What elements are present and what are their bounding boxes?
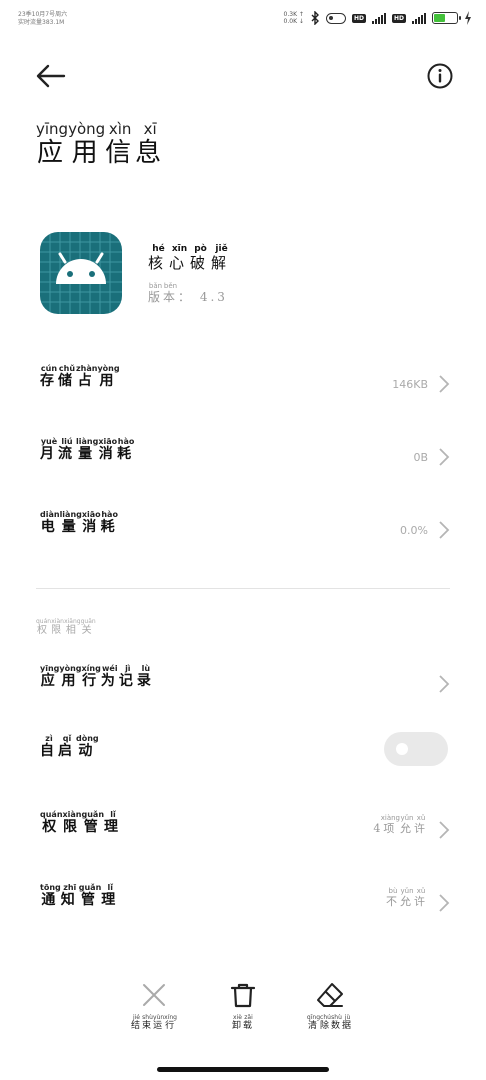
bottom-action-bar: 结jié束shù运yùn行xíng 卸xiè载zǎi 清qīng除chú数shù… (0, 982, 486, 1042)
switch-knob (396, 743, 408, 755)
app-name: 核hé心xīn破pò解jiě (148, 244, 233, 272)
permissions-section-label: 权quán限xiàn相xiāng关guān (36, 618, 96, 636)
permission-management-label: 权quán限xiàn管guǎn理lǐ (40, 810, 122, 835)
force-stop-label: 结jié束shù运yùn行xíng (130, 1014, 177, 1031)
battery-usage-row[interactable]: 电diàn量liàng消xiāo耗hào 0.0% (40, 510, 450, 550)
chevron-right-icon (439, 894, 450, 912)
app-behavior-label: 应yīng用yòng行xíng为wéi记jì录lù (40, 664, 155, 689)
autostart-switch[interactable] (384, 732, 448, 766)
chevron-right-icon (439, 375, 450, 393)
battery-usage-label: 电diàn量liàng消xiāo耗hào (40, 510, 119, 535)
storage-label: 存cún储chǔ占zhàn用yòng (40, 364, 120, 389)
info-button[interactable] (426, 62, 454, 90)
info-icon (427, 63, 453, 89)
nfc-toggle-icon (325, 12, 346, 24)
status-bar: 23季10月7号周六 实时流量383.1M 0.3K ↑ 0.0K ↓ HD H… (0, 0, 486, 40)
storage-value: 146KB (392, 378, 428, 391)
net-speed: 0.3K ↑ 0.0K ↓ (284, 11, 304, 25)
back-button[interactable] (34, 62, 68, 90)
charging-icon (465, 11, 471, 25)
autostart-label: 自zì启qǐ动dòng (40, 734, 99, 759)
arrow-left-icon (36, 64, 66, 88)
status-line-1: 23季10月7号周六 (18, 11, 68, 18)
notification-management-row[interactable]: 通tōng知zhī管guǎn理lǐ 不bù允yǔn许xǔ (40, 883, 450, 923)
close-icon (143, 984, 165, 1006)
chevron-right-icon (439, 521, 450, 539)
bluetooth-icon (311, 11, 319, 25)
status-line-2: 实时流量383.1M (18, 19, 65, 26)
hd-icon-2: HD (391, 13, 406, 23)
app-icon (40, 232, 122, 314)
force-stop-button[interactable]: 结jié束shù运yùn行xíng (114, 982, 194, 1031)
uninstall-label: 卸xiè载zǎi (231, 1014, 255, 1031)
battery-icon (432, 12, 461, 24)
signal-icon (371, 12, 386, 24)
battery-usage-value: 0.0% (400, 524, 428, 537)
net-speed-up: 0.3K ↑ (283, 11, 304, 18)
data-usage-value: 0B (413, 451, 428, 464)
autostart-row: 自zì启qǐ动dòng (40, 732, 450, 774)
notification-management-value: 不bù允yǔn许xǔ (386, 887, 428, 908)
storage-row[interactable]: 存cún储chǔ占zhàn用yòng 146KB (40, 364, 450, 404)
section-divider (36, 588, 450, 589)
signal-icon-2 (412, 12, 426, 24)
chevron-right-icon (439, 448, 450, 466)
home-indicator[interactable] (157, 1067, 329, 1072)
version-number: ： 4.3 (178, 290, 228, 304)
hd-icon: HD (351, 13, 366, 23)
android-icon (40, 232, 122, 314)
trash-icon (230, 983, 256, 1008)
status-ticker: 23季10月7号周六 实时流量383.1M (18, 11, 88, 27)
page-title: 应yīng用yòng信xìn息xī (36, 120, 166, 168)
net-speed-down: 0.0K ↓ (283, 18, 304, 25)
clear-data-label: 清qīng除chú数shù据jù (306, 1014, 354, 1031)
app-behavior-row[interactable]: 应yīng用yòng行xíng为wéi记jì录lù (40, 664, 450, 704)
app-version: 版bǎn本běn： 4.3 (148, 282, 228, 304)
eraser-icon (317, 983, 343, 1007)
data-usage-label: 月yuè流liú量liàng消xiāo耗hào (40, 437, 136, 462)
clear-data-button[interactable]: 清qīng除chú数shù据jù (290, 982, 370, 1031)
notification-management-label: 通tōng知zhī管guǎn理lǐ (40, 883, 120, 908)
status-icons: 0.3K ↑ 0.0K ↓ HD HD (284, 11, 472, 25)
uninstall-button[interactable]: 卸xiè载zǎi (203, 982, 283, 1031)
chevron-right-icon (439, 675, 450, 693)
permission-management-value: 4项xiàng允yǔn许xǔ (373, 814, 428, 835)
chevron-right-icon (439, 821, 450, 839)
data-usage-row[interactable]: 月yuè流liú量liàng消xiāo耗hào 0B (40, 437, 450, 477)
permission-management-row[interactable]: 权quán限xiàn管guǎn理lǐ 4项xiàng允yǔn许xǔ (40, 810, 450, 850)
